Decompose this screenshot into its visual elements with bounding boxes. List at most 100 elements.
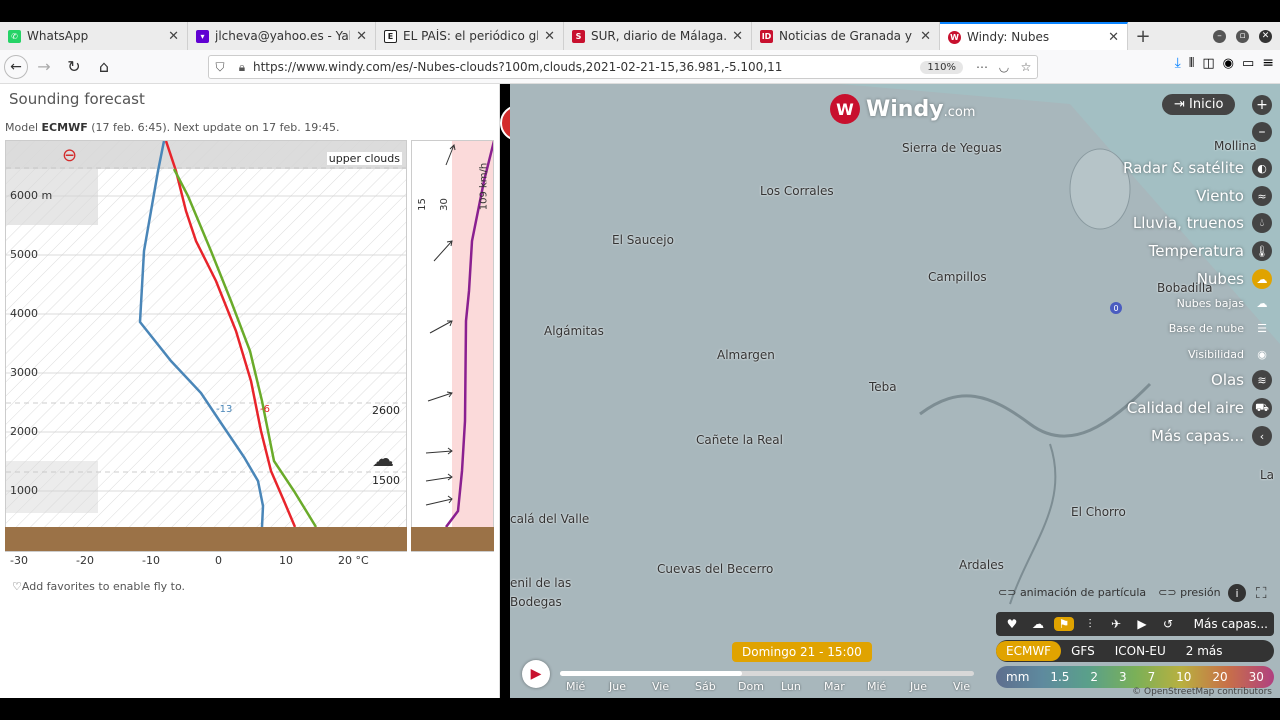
tab-ideal[interactable]: ID Noticias de Granada y Pr ✕ (752, 22, 940, 50)
layer-clouds[interactable]: Nubes (1197, 270, 1244, 288)
close-icon[interactable]: ✕ (732, 29, 743, 44)
map-area[interactable]: W Windy.com Sierra de Yeguas Los Corrale… (510, 84, 1280, 698)
skewt-plot[interactable]: 6000 m 5000 4000 3000 2000 1000 ⊖ upper … (5, 140, 407, 552)
particles-toggle[interactable]: ⊂⊃ animación de partícula (998, 586, 1146, 599)
weather-icon[interactable]: ☁︎ (1028, 617, 1048, 631)
bookmark-star-icon[interactable]: ☆ (1015, 60, 1037, 74)
home-icon[interactable]: ⌂ (90, 53, 118, 81)
level-2600-label: 2600 (372, 404, 400, 417)
wind-tick-15: 15 (416, 198, 428, 211)
low-cloud-icon[interactable]: ☁︎ (1252, 293, 1272, 313)
pocket-icon[interactable]: ◡ (993, 60, 1015, 74)
thermometer-icon[interactable]: 🌡︎ (1252, 241, 1272, 261)
reload-icon[interactable]: ↻ (60, 53, 88, 81)
close-icon[interactable]: ✕ (1108, 30, 1119, 45)
layer-wind[interactable]: Viento (1196, 187, 1244, 205)
tab-windy[interactable]: W Windy: Nubes ✕ (940, 22, 1128, 50)
town-label: La (1260, 468, 1275, 482)
webcam-icon[interactable]: ▶ (1132, 617, 1152, 631)
model-ecmwf[interactable]: ECMWF (996, 641, 1062, 661)
airport-icon[interactable]: ✈︎ (1106, 617, 1126, 631)
close-window-icon[interactable]: ✕ (1259, 29, 1272, 43)
chevron-left-icon[interactable]: ‹ (1252, 426, 1272, 446)
tab-label: jlcheva@yahoo.es - Yaho (215, 29, 351, 43)
cloud-base-icon[interactable]: ☰ (1252, 318, 1272, 338)
timeline-day[interactable]: Mié (566, 680, 585, 693)
zoom-out-icon[interactable]: ⊖ (62, 145, 77, 166)
timeline-day[interactable]: Vie (953, 680, 970, 693)
tab-sur[interactable]: S SUR, diario de Málaga. N ✕ (564, 22, 752, 50)
more-icon[interactable]: ⋯ (971, 60, 993, 74)
download-icon[interactable]: ⤓ (1175, 55, 1181, 71)
eye-icon[interactable]: ◉ (1252, 344, 1272, 364)
timeline-day[interactable]: Sáb (695, 680, 716, 693)
windy-logo[interactable]: W Windy.com (830, 94, 975, 124)
close-icon[interactable]: ✕ (920, 29, 931, 44)
fullscreen-icon[interactable]: ⛶ (1256, 584, 1267, 602)
layer-rain[interactable]: Lluvia, truenos (1133, 214, 1244, 232)
model-icon-eu[interactable]: ICON-EU (1105, 641, 1176, 661)
timeline-day[interactable]: Mar (824, 680, 845, 693)
thermometer-icon[interactable]: ⫶ (1080, 617, 1100, 632)
timeline-day[interactable]: Jue (609, 680, 626, 693)
shield-icon[interactable]: ⛉ (209, 60, 231, 75)
layer-radar[interactable]: Radar & satélite (1123, 159, 1244, 177)
layer-air-quality[interactable]: Calidad del aire (1127, 399, 1244, 417)
tab-elpais[interactable]: E EL PAÍS: el periódico glo ✕ (376, 22, 564, 50)
extension-icon[interactable]: ▭ (1242, 56, 1254, 71)
wind-icon[interactable]: ≈ (1252, 186, 1272, 206)
zoom-out-button[interactable]: – (1252, 122, 1272, 142)
timeline-day[interactable]: Vie (652, 680, 669, 693)
layer-more[interactable]: Más capas... (1151, 427, 1244, 445)
zoom-in-button[interactable]: + (1252, 95, 1272, 115)
town-label: Cuevas del Becerro (657, 562, 774, 576)
lock-icon[interactable]: 🔒︎ (231, 60, 253, 75)
play-button[interactable]: ▶ (522, 660, 550, 688)
tab-yahoo[interactable]: ▾ jlcheva@yahoo.es - Yaho ✕ (188, 22, 376, 50)
forward-icon[interactable]: → (30, 53, 58, 81)
timeline-day[interactable]: Mié (867, 680, 886, 693)
car-icon[interactable]: ⛟ (1252, 398, 1272, 418)
pressure-toggle[interactable]: ⊂⊃ presión (1158, 586, 1220, 599)
model-gfs[interactable]: GFS (1061, 641, 1105, 661)
layer-waves[interactable]: Olas (1211, 371, 1244, 389)
library-icon[interactable]: ⫴ (1189, 56, 1194, 71)
back-icon[interactable]: ← (4, 54, 28, 79)
layer-visibility[interactable]: Visibilidad (1188, 348, 1244, 361)
radar-icon[interactable]: ◐ (1252, 158, 1272, 178)
layer-temperature[interactable]: Temperatura (1149, 242, 1244, 260)
cloud-icon[interactable]: ☁︎ (1252, 269, 1272, 289)
close-icon[interactable]: ✕ (168, 29, 179, 44)
sidebar-icon[interactable]: ◫ (1202, 56, 1214, 71)
close-icon[interactable]: ✕ (356, 29, 367, 44)
layer-cloud-base[interactable]: Base de nube (1169, 322, 1244, 335)
flag-icon[interactable]: ⚑ (1054, 617, 1074, 631)
osm-attribution[interactable]: © OpenStreetMap contributors (1132, 687, 1272, 697)
heart-icon[interactable]: ♥ (1002, 617, 1022, 631)
minimize-icon[interactable]: – (1213, 29, 1226, 43)
rain-radar-icon[interactable]: ↺ (1158, 617, 1178, 631)
town-label: Bodegas (510, 595, 562, 609)
url-text[interactable]: https://www.windy.com/es/-Nubes-clouds?1… (253, 60, 920, 74)
rain-icon[interactable]: 💧︎ (1252, 213, 1272, 233)
timeline-day[interactable]: Dom (738, 680, 764, 693)
zoom-level[interactable]: 110% (920, 60, 963, 74)
close-icon[interactable]: ✕ (544, 29, 555, 44)
timeline-day[interactable]: Lun (781, 680, 801, 693)
menu-icon[interactable]: ≡ (1262, 55, 1274, 71)
home-button[interactable]: ⇥ Inicio (1162, 94, 1236, 115)
new-tab-button[interactable]: + (1128, 22, 1158, 50)
model-more[interactable]: 2 más (1176, 641, 1233, 661)
account-icon[interactable]: ◉ (1223, 56, 1234, 71)
info-icon[interactable]: i (1228, 584, 1246, 602)
timeline-day[interactable]: Jue (910, 680, 927, 693)
tab-whatsapp[interactable]: ✆ WhatsApp ✕ (0, 22, 188, 50)
waves-icon[interactable]: ≋ (1252, 370, 1272, 390)
maximize-icon[interactable]: ▫ (1236, 29, 1249, 43)
sur-icon: S (572, 29, 585, 43)
color-legend[interactable]: mm 1.5 2 3 7 10 20 30 (996, 666, 1274, 688)
layer-low-clouds[interactable]: Nubes bajas (1177, 297, 1244, 310)
map-marker[interactable]: 0 (1110, 302, 1122, 314)
url-bar[interactable]: ⛉ 🔒︎ https://www.windy.com/es/-Nubes-clo… (208, 55, 1038, 79)
more-layers-link[interactable]: Más capas... (1194, 617, 1268, 631)
